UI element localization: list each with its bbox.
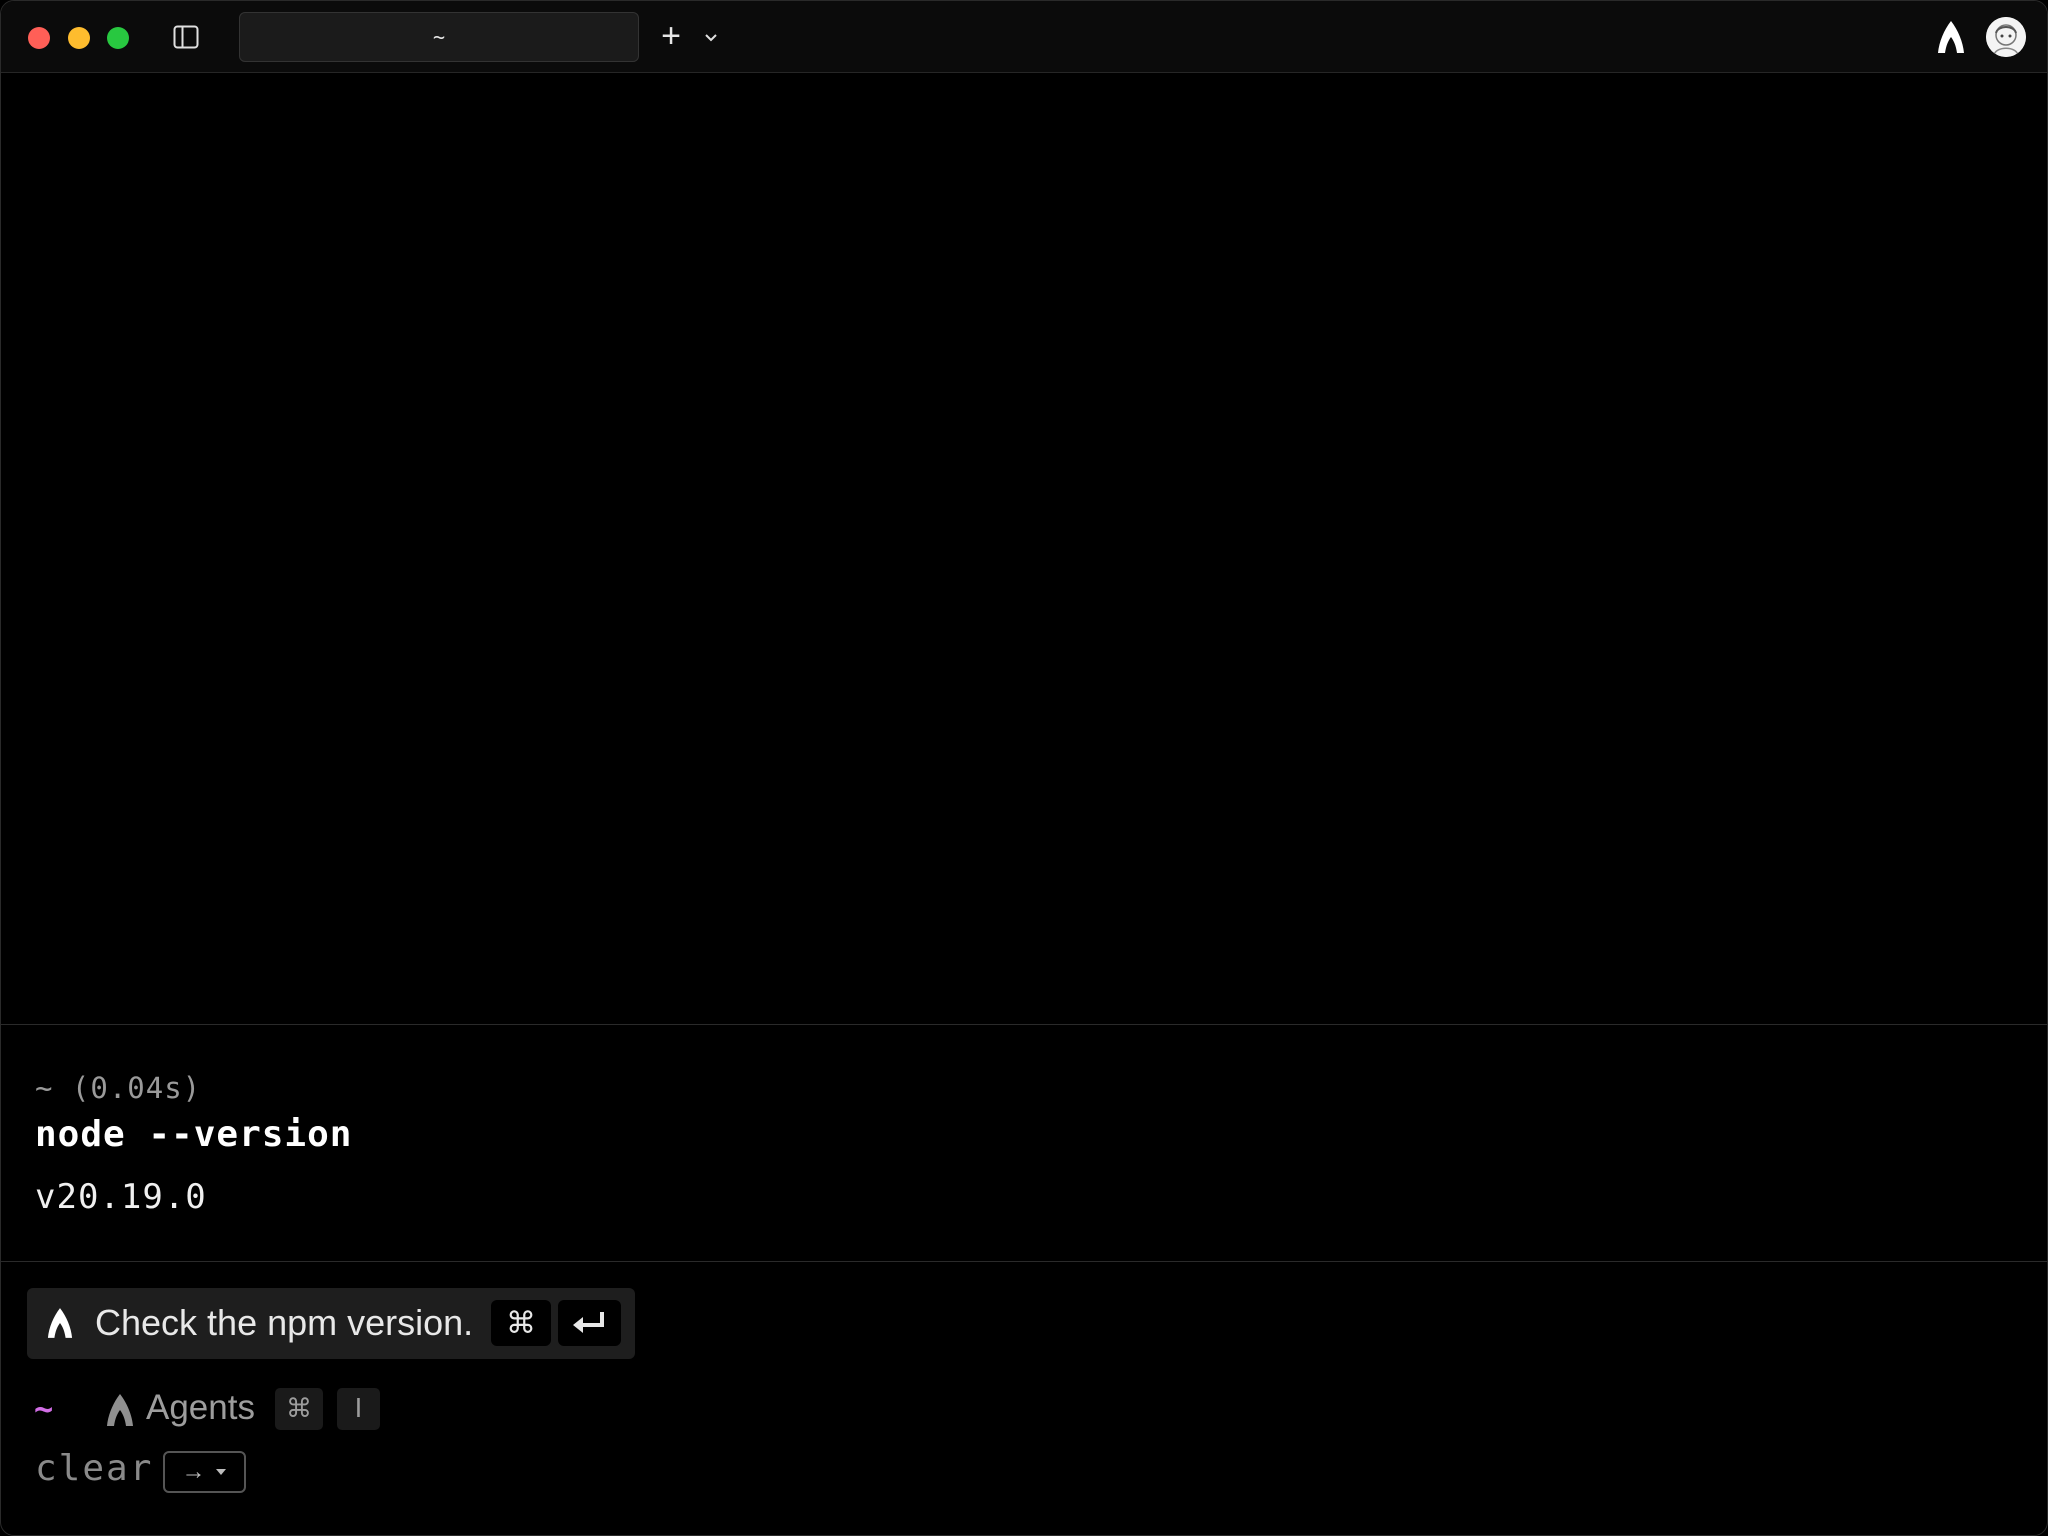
block-command[interactable]: node --version bbox=[35, 1114, 352, 1155]
block-metadata: ~ (0.04s) bbox=[35, 1071, 202, 1105]
caret-down-icon bbox=[215, 1469, 226, 1475]
agents-icon[interactable] bbox=[106, 1391, 134, 1429]
command-input[interactable]: clear bbox=[35, 1448, 153, 1489]
block-output: v20.19.0 bbox=[35, 1177, 207, 1217]
tab-home[interactable]: ~ bbox=[239, 12, 639, 62]
agent-suggestion-chip[interactable]: Check the npm version. ⌘ bbox=[27, 1288, 635, 1359]
close-window-button[interactable] bbox=[28, 27, 50, 49]
new-tab-button[interactable]: + bbox=[655, 19, 687, 53]
agent-icon bbox=[47, 1305, 73, 1341]
command-key-icon: ⌘ bbox=[275, 1388, 323, 1430]
agents-button[interactable]: Agents bbox=[146, 1388, 255, 1428]
command-key-icon: ⌘ bbox=[491, 1300, 551, 1346]
block-divider-bottom bbox=[1, 1261, 2047, 1262]
sidebar-toggle-icon[interactable] bbox=[173, 24, 199, 50]
block-divider-top bbox=[1, 1024, 2047, 1025]
enter-key-icon bbox=[558, 1300, 621, 1346]
prompt-cwd: ~ bbox=[34, 1390, 54, 1428]
shortcut-key-i: I bbox=[337, 1388, 380, 1430]
agent-mode-icon[interactable] bbox=[1937, 20, 1965, 54]
plus-icon: + bbox=[661, 17, 681, 55]
arrow-right-icon: → bbox=[181, 1458, 206, 1485]
accept-suggestion-button[interactable]: → bbox=[163, 1451, 246, 1493]
user-avatar[interactable] bbox=[1986, 17, 2026, 57]
maximize-window-button[interactable] bbox=[107, 27, 129, 49]
title-bar: ~ + bbox=[1, 1, 2047, 73]
tab-title: ~ bbox=[432, 25, 446, 49]
minimize-window-button[interactable] bbox=[68, 27, 90, 49]
terminal-window: ~ + ~ (0.04s) node --version v20.19.0 Ch… bbox=[0, 0, 2048, 1536]
suggestion-text: Check the npm version. bbox=[95, 1302, 474, 1343]
chevron-down-icon[interactable] bbox=[701, 25, 721, 49]
